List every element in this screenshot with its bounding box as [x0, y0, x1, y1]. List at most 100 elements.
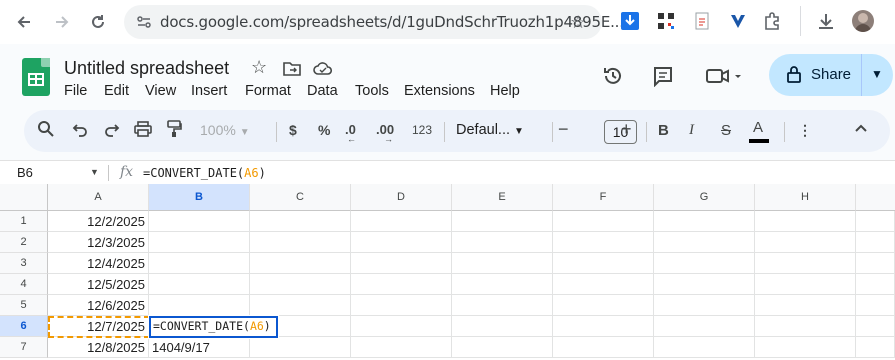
select-all-corner[interactable] [0, 184, 48, 211]
cloud-status-icon[interactable] [313, 60, 333, 81]
cell-a7[interactable]: 12/8/2025 [48, 337, 149, 358]
menu-file[interactable]: File [64, 83, 87, 99]
cell-e4[interactable] [452, 274, 553, 295]
forward-icon[interactable] [50, 10, 74, 34]
cell-i6[interactable] [856, 316, 895, 337]
menu-data[interactable]: Data [307, 83, 338, 99]
profile-avatar[interactable] [852, 10, 874, 32]
cell-b5[interactable] [149, 295, 250, 316]
cell-f4[interactable] [553, 274, 654, 295]
address-bar[interactable]: docs.google.com/spreadsheets/d/1guDndSch… [124, 5, 624, 39]
name-box-dropdown-icon[interactable]: ▼ [90, 167, 99, 177]
cell-d2[interactable] [351, 232, 452, 253]
more-options-icon[interactable]: ⋮ [798, 122, 812, 139]
decrease-font-size-button[interactable]: − [558, 119, 569, 140]
cell-f5[interactable] [553, 295, 654, 316]
cell-i5[interactable] [856, 295, 895, 316]
cell-i4[interactable] [856, 274, 895, 295]
cell-g7[interactable] [654, 337, 755, 358]
back-icon[interactable] [12, 10, 36, 34]
menu-format[interactable]: Format [245, 83, 291, 99]
cell-b7[interactable]: 1404/9/17 [149, 337, 250, 358]
name-box[interactable]: B6 [17, 165, 33, 180]
row-header-5[interactable]: 5 [0, 295, 48, 316]
column-header-i[interactable] [856, 184, 895, 211]
cell-h3[interactable] [755, 253, 856, 274]
meet-icon[interactable] [706, 65, 742, 92]
cell-c4[interactable] [250, 274, 351, 295]
cell-e5[interactable] [452, 295, 553, 316]
share-dropdown-icon[interactable]: ▼ [871, 67, 883, 81]
menu-insert[interactable]: Insert [191, 83, 227, 99]
downloads-icon[interactable] [816, 11, 836, 31]
menu-help[interactable]: Help [490, 83, 520, 99]
search-menus-icon[interactable] [37, 120, 55, 141]
active-cell-editor[interactable]: =CONVERT_DATE(A6) [149, 316, 278, 338]
cell-c7[interactable] [250, 337, 351, 358]
row-header-6[interactable]: 6 [0, 316, 48, 337]
bold-button[interactable]: B [658, 122, 669, 139]
increase-decimal-button[interactable]: .00 → [376, 122, 394, 144]
cell-g2[interactable] [654, 232, 755, 253]
cell-b2[interactable] [149, 232, 250, 253]
decrease-decimal-button[interactable]: .0 ← [345, 122, 356, 144]
reload-icon[interactable] [86, 10, 110, 34]
cell-c2[interactable] [250, 232, 351, 253]
cell-a4[interactable]: 12/5/2025 [48, 274, 149, 295]
more-formats-button[interactable]: 123 [412, 123, 432, 137]
strikethrough-button[interactable]: S [721, 122, 731, 139]
cell-c1[interactable] [250, 211, 351, 232]
column-header-f[interactable]: F [553, 184, 654, 211]
cell-d7[interactable] [351, 337, 452, 358]
menu-view[interactable]: View [145, 83, 176, 99]
cell-g5[interactable] [654, 295, 755, 316]
cell-e1[interactable] [452, 211, 553, 232]
cell-a3[interactable]: 12/4/2025 [48, 253, 149, 274]
cell-c3[interactable] [250, 253, 351, 274]
star-icon[interactable]: ☆ [251, 57, 267, 78]
cell-i2[interactable] [856, 232, 895, 253]
column-header-a[interactable]: A [48, 184, 149, 211]
print-icon[interactable] [134, 120, 152, 141]
share-button[interactable]: Share ▼ [769, 54, 893, 96]
column-header-e[interactable]: E [452, 184, 553, 211]
cell-i3[interactable] [856, 253, 895, 274]
cell-f1[interactable] [553, 211, 654, 232]
cell-e7[interactable] [452, 337, 553, 358]
column-header-h[interactable]: H [755, 184, 856, 211]
comments-icon[interactable] [652, 65, 674, 92]
cell-h4[interactable] [755, 274, 856, 295]
cell-a1[interactable]: 12/2/2025 [48, 211, 149, 232]
cell-d6[interactable] [351, 316, 452, 337]
cell-g1[interactable] [654, 211, 755, 232]
collapse-menus-icon[interactable] [854, 121, 868, 138]
cell-f2[interactable] [553, 232, 654, 253]
percent-format-button[interactable]: % [318, 122, 330, 138]
row-header-3[interactable]: 3 [0, 253, 48, 274]
cell-h1[interactable] [755, 211, 856, 232]
site-info-icon[interactable] [136, 14, 152, 35]
menu-tools[interactable]: Tools [355, 83, 389, 99]
menu-edit[interactable]: Edit [104, 83, 129, 99]
document-title[interactable]: Untitled spreadsheet [64, 58, 229, 79]
cell-d3[interactable] [351, 253, 452, 274]
download-extension-icon[interactable] [620, 11, 640, 31]
font-family-select[interactable]: Defaul... ▼ [456, 122, 524, 138]
cell-a5[interactable]: 12/6/2025 [48, 295, 149, 316]
row-header-7[interactable]: 7 [0, 337, 48, 358]
italic-button[interactable]: I [689, 122, 694, 139]
cell-b4[interactable] [149, 274, 250, 295]
cell-g4[interactable] [654, 274, 755, 295]
undo-icon[interactable] [72, 121, 88, 140]
column-header-c[interactable]: C [250, 184, 351, 211]
column-header-g[interactable]: G [654, 184, 755, 211]
redo-icon[interactable] [104, 121, 120, 140]
cell-c5[interactable] [250, 295, 351, 316]
increase-font-size-button[interactable]: + [621, 119, 632, 140]
currency-format-button[interactable]: $ [289, 122, 297, 138]
zoom-select[interactable]: 100% ▼ [200, 122, 250, 138]
cell-h2[interactable] [755, 232, 856, 253]
cell-h7[interactable] [755, 337, 856, 358]
cell-h6[interactable] [755, 316, 856, 337]
cell-e3[interactable] [452, 253, 553, 274]
